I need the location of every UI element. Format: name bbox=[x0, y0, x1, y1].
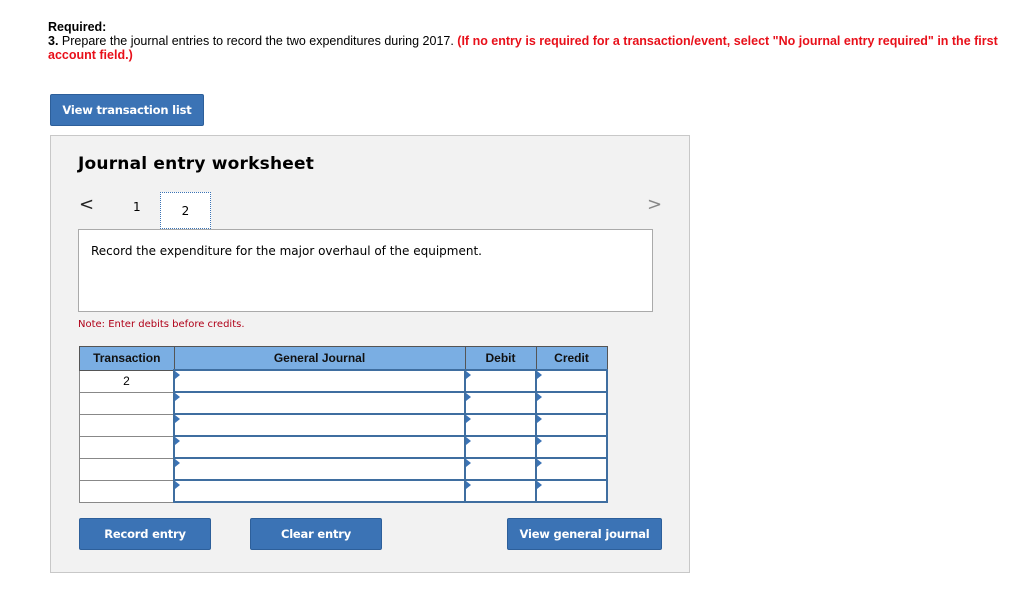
credit-input[interactable] bbox=[535, 369, 608, 393]
description-text: Record the expenditure for the major ove… bbox=[91, 244, 482, 258]
tab-2[interactable]: 2 bbox=[160, 192, 211, 229]
clear-entry-button[interactable]: Clear entry bbox=[250, 518, 382, 550]
transaction-cell bbox=[79, 413, 175, 437]
transaction-cell bbox=[79, 479, 175, 503]
credit-input[interactable] bbox=[535, 479, 608, 503]
chevron-right-icon[interactable]: > bbox=[647, 194, 662, 215]
required-section: Required: 3. Prepare the journal entries… bbox=[48, 20, 1018, 62]
view-general-journal-button[interactable]: View general journal bbox=[507, 518, 662, 550]
table-row bbox=[79, 479, 608, 503]
debit-input[interactable] bbox=[464, 413, 537, 437]
transaction-cell bbox=[79, 457, 175, 481]
table-row: 2 bbox=[79, 369, 608, 393]
required-instruction: 3. Prepare the journal entries to record… bbox=[48, 34, 1018, 62]
instruction-text: Prepare the journal entries to record th… bbox=[58, 34, 458, 48]
credit-input[interactable] bbox=[535, 457, 608, 481]
tab-1[interactable]: 1 bbox=[133, 200, 141, 214]
header-credit: Credit bbox=[535, 346, 608, 371]
transaction-cell bbox=[79, 435, 175, 459]
credit-input[interactable] bbox=[535, 435, 608, 459]
entry-note: Note: Enter debits before credits. bbox=[78, 319, 245, 330]
account-input[interactable] bbox=[173, 369, 466, 393]
header-transaction: Transaction bbox=[79, 346, 175, 371]
header-general-journal: General Journal bbox=[173, 346, 466, 371]
credit-input[interactable] bbox=[535, 391, 608, 415]
debit-input[interactable] bbox=[464, 479, 537, 503]
required-heading: Required: bbox=[48, 20, 107, 34]
table-row bbox=[79, 435, 608, 459]
debit-input[interactable] bbox=[464, 457, 537, 481]
transaction-description: Record the expenditure for the major ove… bbox=[78, 229, 653, 312]
journal-table: Transaction General Journal Debit Credit… bbox=[79, 346, 608, 503]
record-entry-button[interactable]: Record entry bbox=[79, 518, 211, 550]
worksheet-title: Journal entry worksheet bbox=[78, 154, 315, 174]
table-row bbox=[79, 413, 608, 437]
account-input[interactable] bbox=[173, 479, 466, 503]
account-input[interactable] bbox=[173, 457, 466, 481]
table-row bbox=[79, 457, 608, 481]
view-transaction-list-button[interactable]: View transaction list bbox=[50, 94, 204, 126]
transaction-cell: 2 bbox=[79, 369, 175, 393]
journal-entry-worksheet: Journal entry worksheet < 1 2 > Record t… bbox=[50, 135, 690, 573]
debit-input[interactable] bbox=[464, 391, 537, 415]
account-input[interactable] bbox=[173, 413, 466, 437]
credit-input[interactable] bbox=[535, 413, 608, 437]
account-input[interactable] bbox=[173, 391, 466, 415]
account-input[interactable] bbox=[173, 435, 466, 459]
header-debit: Debit bbox=[464, 346, 537, 371]
chevron-left-icon[interactable]: < bbox=[79, 194, 94, 215]
debit-input[interactable] bbox=[464, 369, 537, 393]
question-number: 3. bbox=[48, 34, 59, 48]
table-row bbox=[79, 391, 608, 415]
transaction-cell bbox=[79, 391, 175, 415]
debit-input[interactable] bbox=[464, 435, 537, 459]
